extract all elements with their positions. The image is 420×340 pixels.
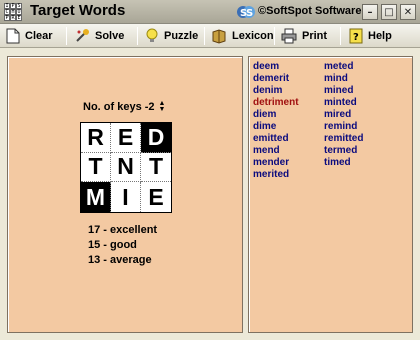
grid-cell: T <box>141 152 171 183</box>
word-item[interactable]: mind <box>324 73 363 85</box>
score-average: 13 - average <box>88 254 152 266</box>
book-icon <box>212 29 226 44</box>
word-item[interactable]: emitted <box>253 133 299 145</box>
word-item[interactable]: mired <box>324 109 363 121</box>
score-good: 15 - good <box>88 239 137 251</box>
magic-wand-icon <box>76 29 89 42</box>
word-item[interactable]: denim <box>253 85 299 97</box>
softspot-logo-icon: S S <box>237 6 255 19</box>
word-item[interactable]: demerit <box>253 73 299 85</box>
puzzle-button[interactable]: Puzzle <box>141 25 198 47</box>
grid-cell: T <box>81 152 111 183</box>
help-button[interactable]: ? Help <box>345 25 392 47</box>
print-label: Print <box>302 30 328 42</box>
word-item[interactable]: mined <box>324 85 363 97</box>
title-bar: IPSCHUPRE Target Words S S ©SoftSpot Sof… <box>0 0 420 24</box>
help-label: Help <box>368 30 392 42</box>
word-item[interactable]: mender <box>253 157 299 169</box>
toolbar: Clear Solve Puzzle Lexicon Print ? Help <box>0 24 420 48</box>
grid-cell: E <box>141 182 171 212</box>
window-title: Target Words <box>30 2 126 19</box>
clear-label: Clear <box>25 30 53 42</box>
grid-cell: M <box>81 182 111 212</box>
app-icon: IPSCHUPRE <box>4 3 22 21</box>
print-button[interactable]: Print <box>277 25 327 47</box>
grid-cell: N <box>111 152 141 183</box>
minimize-icon[interactable]: – <box>362 4 378 20</box>
puzzle-label: Puzzle <box>164 30 199 42</box>
grid-cell: E <box>111 123 141 153</box>
close-icon[interactable]: ✕ <box>400 4 416 20</box>
help-icon: ? <box>349 28 363 44</box>
word-item[interactable]: diem <box>253 109 299 121</box>
score-excellent: 17 - excellent <box>88 224 158 236</box>
svg-text:?: ? <box>353 32 359 43</box>
grid-cell: D <box>141 123 171 153</box>
printer-icon <box>281 28 297 44</box>
brand-label: ©SoftSpot Software <box>258 5 362 17</box>
grid-cell: R <box>81 123 111 153</box>
word-item[interactable]: mend <box>253 145 299 157</box>
puzzle-panel: No. of keys -2 ▲ ▼ REDTNTMIE 17 - excell… <box>7 56 243 333</box>
word-item[interactable]: timed <box>324 157 363 169</box>
word-item[interactable]: detriment <box>253 97 299 109</box>
word-list-panel: deem demerit denim detriment diem dime emitted… <box>248 56 413 333</box>
word-item[interactable]: deem <box>253 61 299 73</box>
spin-down-icon[interactable]: ▼ <box>159 106 166 113</box>
page-icon <box>6 28 20 44</box>
word-item[interactable]: termed <box>324 145 363 157</box>
word-item[interactable]: merited <box>253 169 299 181</box>
keys-control: No. of keys -2 ▲ ▼ <box>83 100 166 113</box>
solve-label: Solve <box>95 30 125 42</box>
app-icon-letter: E <box>16 15 22 21</box>
lightbulb-icon <box>146 28 158 42</box>
score-targets: 17 - excellent 15 - good 13 - average <box>88 223 157 268</box>
word-item[interactable]: dime <box>253 121 299 133</box>
letter-grid: REDTNTMIE <box>80 122 172 213</box>
keys-label: No. of keys -2 <box>83 101 155 113</box>
grid-cell: I <box>111 182 141 212</box>
word-item[interactable]: minted <box>324 97 363 109</box>
solve-button[interactable]: Solve <box>70 25 124 47</box>
keys-spinner[interactable]: ▲ ▼ <box>159 100 166 113</box>
word-item[interactable]: meted <box>324 61 363 73</box>
word-column-1: deem demerit denim detriment diem dime emitted… <box>253 61 299 181</box>
svg-text:S: S <box>246 8 253 19</box>
maximize-icon[interactable]: □ <box>381 4 397 20</box>
word-column-2: meted mind mined minted mired remind remitted t… <box>324 61 363 169</box>
lexicon-label: Lexicon <box>232 30 274 42</box>
clear-button[interactable]: Clear <box>2 25 53 47</box>
word-item[interactable]: remind <box>324 121 363 133</box>
lexicon-button[interactable]: Lexicon <box>207 25 274 47</box>
word-item[interactable]: remitted <box>324 133 363 145</box>
